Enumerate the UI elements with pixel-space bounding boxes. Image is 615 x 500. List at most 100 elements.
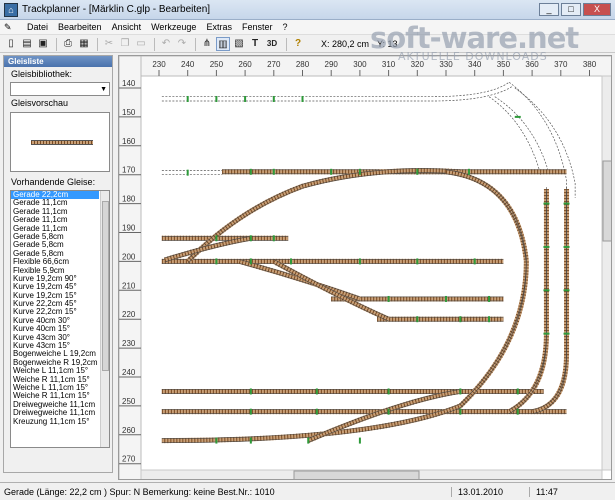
close-button[interactable]: X [583, 3, 611, 16]
open-icon[interactable]: ▤ [20, 37, 34, 51]
track-joint-marker [516, 388, 519, 395]
track-list-item[interactable]: Gerade 5,8cm [11, 241, 99, 249]
menu-bearbeiten[interactable]: Bearbeiten [53, 22, 107, 32]
track-list-item[interactable]: Flexible 5,9cm [11, 267, 99, 275]
menu-fenster[interactable]: Fenster [237, 22, 278, 32]
status-bar: Gerade (Länge: 22,2 cm ) Spur: N Bemerku… [0, 482, 615, 500]
track-list-item[interactable]: Bogenweiche L 19,2cm [11, 350, 99, 358]
menu-help[interactable]: ? [277, 22, 292, 32]
chevron-down-icon[interactable]: ▼ [100, 86, 107, 93]
y-tick-label: 230 [122, 339, 136, 348]
toolbar-separator [56, 37, 57, 51]
y-tick-label: 160 [122, 137, 136, 146]
document-icon[interactable]: ✎ [4, 22, 16, 33]
track-list-item[interactable]: Kreuzung 11,1cm 15° [11, 418, 99, 426]
menu-extras[interactable]: Extras [201, 22, 237, 32]
track-list-item[interactable]: Bogenweiche R 19,2cm [11, 359, 99, 367]
panel-header: Gleisliste [4, 56, 112, 67]
select-tool-icon[interactable]: ▥ [216, 37, 230, 51]
x-tick-label: 250 [210, 60, 224, 69]
track-list-item[interactable]: Gerade 22,2cm [11, 191, 99, 200]
menu-ansicht[interactable]: Ansicht [107, 22, 147, 32]
toolbar-separator [286, 37, 287, 51]
status-info: Gerade (Länge: 22,2 cm ) Spur: N Bemerku… [0, 486, 452, 497]
track-list-item[interactable]: Kurve 19,2cm 45° [11, 283, 99, 291]
track-joint-marker [272, 95, 275, 102]
track-joint-marker [416, 168, 419, 175]
track-joint-marker [215, 258, 218, 265]
track-list-item[interactable]: Weiche L 11,1cm 15° [11, 384, 99, 392]
view-3d-icon[interactable]: 3D [264, 37, 280, 51]
track-list-item[interactable]: Gerade 11,1cm [11, 216, 99, 224]
track-list-item[interactable]: Dreiwegweiche 11,1cm [11, 401, 99, 409]
track-list-item[interactable]: Gerade 11,1cm [11, 199, 99, 207]
track-joint-marker [516, 408, 519, 415]
x-tick-label: 380 [583, 60, 597, 69]
track-joint-marker [387, 295, 390, 302]
x-tick-label: 290 [325, 60, 339, 69]
list-scrollbar[interactable] [100, 191, 109, 447]
save-icon[interactable]: ▣ [36, 37, 50, 51]
track-list-item[interactable]: Flexible 66,6cm [11, 258, 99, 266]
track-layout-drawing[interactable]: 230 240 250 260 270 280 290 300 310 320 330 340 350 3… [119, 56, 612, 480]
track-joint-marker [563, 289, 570, 292]
paste-icon[interactable]: ▭ [134, 37, 148, 51]
layers-icon[interactable]: ▧ [232, 37, 246, 51]
track-joint-marker [459, 316, 462, 323]
menu-werkzeuge[interactable]: Werkzeuge [146, 22, 201, 32]
track-list[interactable]: Gerade 22,2cm Gerade 11,1cm Gerade 11,1cm G… [10, 190, 110, 448]
track-joint-marker [473, 258, 476, 265]
y-tick-label: 270 [122, 455, 136, 464]
track-list-item[interactable]: Kurve 22,2cm 45° [11, 300, 99, 308]
track-joint-marker [543, 332, 550, 335]
cut-icon[interactable]: ✂ [102, 37, 116, 51]
track-preview [10, 112, 110, 172]
y-tick-label: 190 [122, 224, 136, 233]
print-preview-icon[interactable]: ▦ [77, 37, 91, 51]
new-icon[interactable]: ▯ [4, 37, 18, 51]
help-icon[interactable]: ? [291, 37, 305, 51]
watermark-tagline: AKTUELLE DOWNLOADS [398, 50, 548, 63]
title-bar: ⌂ Trackplanner - [Märklin C.glp - Bearbe… [0, 0, 615, 20]
track-list-item[interactable]: Weiche R 11,1cm 15° [11, 392, 99, 400]
print-icon[interactable]: ⎙ [61, 37, 75, 51]
y-tick-label: 150 [122, 108, 136, 117]
track-list-item[interactable]: Kurve 19,2cm 15° [11, 292, 99, 300]
x-tick-label: 230 [152, 60, 166, 69]
ghost-curve-outer-b [514, 87, 576, 198]
maximize-button[interactable]: □ [561, 3, 581, 16]
x-tick-label: 300 [353, 60, 367, 69]
library-select[interactable]: ▼ [10, 82, 110, 96]
toolbar-separator [97, 37, 98, 51]
track-list-item[interactable]: Kurve 43cm 15° [11, 342, 99, 350]
track-tool-icon[interactable]: ⋔ [200, 37, 214, 51]
track-joint-marker [249, 235, 252, 242]
track-list-panel: Gleisliste Gleisbibliothek: ▼ Gleisvorsc… [3, 55, 113, 473]
track-list-item[interactable]: Weiche L 11,1cm 15° [11, 367, 99, 375]
track-joint-marker [387, 408, 390, 415]
track-list-item[interactable]: Kurve 19,2cm 90° [11, 275, 99, 283]
layout-canvas[interactable]: 230 240 250 260 270 280 290 300 310 320 330 340 350 3… [118, 55, 612, 480]
track-list-item[interactable]: Kurve 40cm 30° [11, 317, 99, 325]
app-icon[interactable]: ⌂ [4, 2, 18, 17]
track-list-item[interactable]: Kurve 22,2cm 15° [11, 308, 99, 316]
menu-datei[interactable]: Datei [22, 22, 53, 32]
track-list-item[interactable]: Gerade 5,8cm [11, 233, 99, 241]
track-joint-marker [488, 295, 491, 302]
y-tick-label: 170 [122, 166, 136, 175]
copy-icon[interactable]: ❐ [118, 37, 132, 51]
track-list-item[interactable]: Kurve 43cm 30° [11, 334, 99, 342]
undo-icon[interactable]: ↶ [159, 37, 173, 51]
track-joint-marker [249, 388, 252, 395]
track-list-item[interactable]: Gerade 11,1cm [11, 225, 99, 233]
track-loop-inner-bed [161, 169, 529, 444]
minimize-button[interactable]: _ [539, 3, 559, 16]
track-list-item[interactable]: Dreiwegweiche 11,1cm [11, 409, 99, 417]
track-list-item[interactable]: Weiche R 11,1cm 15° [11, 376, 99, 384]
redo-icon[interactable]: ↷ [175, 37, 189, 51]
track-list-item[interactable]: Gerade 11,1cm [11, 208, 99, 216]
track-list-item[interactable]: Kurve 40cm 15° [11, 325, 99, 333]
list-scrollbar-thumb[interactable] [102, 201, 109, 371]
text-tool-icon[interactable]: T [248, 37, 262, 51]
track-list-item[interactable]: Gerade 5,8cm [11, 250, 99, 258]
